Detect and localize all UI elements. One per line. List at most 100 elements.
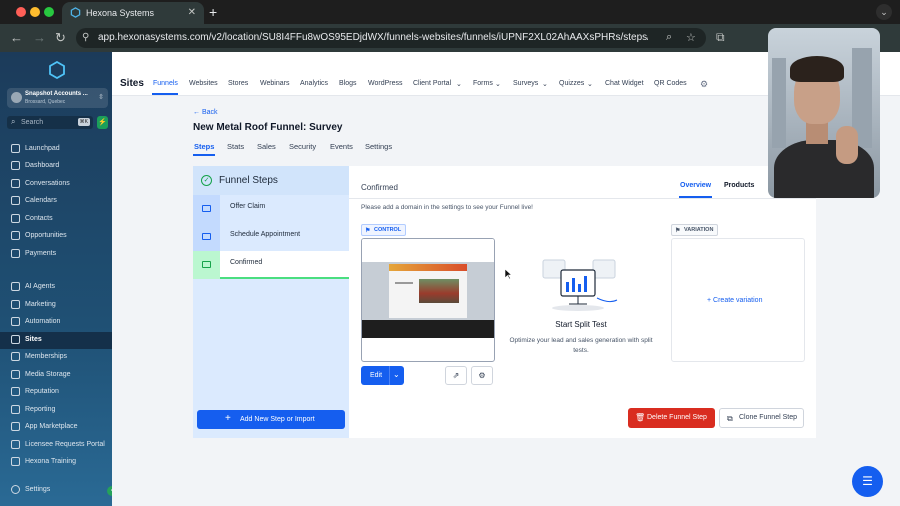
payments-icon	[11, 249, 20, 258]
step-detail-panel: Confirmed Overview Products Please add a…	[349, 166, 816, 438]
sidebar-item-opportunities[interactable]: Opportunities	[0, 228, 112, 245]
nav-qr-codes[interactable]: QR Codes	[654, 80, 687, 87]
edit-button[interactable]: Edit ⌄	[361, 366, 404, 385]
sidebar-item-memberships[interactable]: Memberships	[0, 349, 112, 366]
sidebar-item-label: Marketing	[25, 301, 56, 308]
browser-tabbar: Hexona Systems ✕ + ⌄	[0, 0, 900, 24]
sidebar-item-licensee-requests[interactable]: Licensee Requests Portal	[0, 437, 112, 454]
extensions-icon[interactable]: ⧉	[716, 30, 725, 45]
variation-card: + Create variation	[671, 238, 805, 362]
sidebar-item-dashboard[interactable]: Dashboard	[0, 158, 112, 175]
tab-security[interactable]: Security	[289, 142, 316, 151]
tab-stats[interactable]: Stats	[227, 142, 244, 151]
tab-products[interactable]: Products	[724, 182, 754, 189]
back-arrow-icon[interactable]: ←	[10, 30, 23, 45]
sidebar-item-ai-agents[interactable]: AI Agents	[0, 279, 112, 296]
sidebar-item-contacts[interactable]: Contacts	[0, 211, 112, 228]
portal-icon	[11, 440, 20, 449]
button-divider	[389, 366, 390, 385]
account-switcher[interactable]: Snapshot Accounts ... Brossard, Quebec ⇳	[7, 88, 108, 108]
sidebar-item-reputation[interactable]: Reputation	[0, 384, 112, 401]
close-tab-icon[interactable]: ✕	[188, 7, 196, 18]
nav-blogs[interactable]: Blogs	[339, 80, 357, 87]
sidebar-item-payments[interactable]: Payments	[0, 246, 112, 263]
control-preview-card[interactable]	[361, 238, 495, 362]
opportunities-icon	[11, 231, 20, 240]
add-step-button[interactable]: + Add New Step or Import	[197, 410, 345, 429]
nav-surveys[interactable]: Surveys	[513, 80, 538, 87]
zoom-search-icon[interactable]: ⌕	[666, 31, 672, 44]
hexona-logo-icon[interactable]	[49, 61, 65, 79]
media-storage-icon	[11, 370, 20, 379]
nav-client-portal[interactable]: Client Portal	[413, 80, 451, 87]
nav-wordpress[interactable]: WordPress	[368, 80, 403, 87]
nav-analytics[interactable]: Analytics	[300, 80, 328, 87]
hexagon-favicon-icon	[70, 7, 81, 18]
nav-chat-widget[interactable]: Chat Widget	[605, 80, 644, 87]
tab-events[interactable]: Events	[330, 142, 353, 151]
rocket-icon	[11, 144, 20, 153]
tab-steps[interactable]: Steps	[194, 142, 214, 151]
maximize-window-icon[interactable]	[44, 7, 54, 17]
nav-websites[interactable]: Websites	[189, 80, 218, 87]
forward-arrow-icon[interactable]: →	[33, 30, 46, 45]
delete-label: Delete Funnel Step	[647, 414, 707, 421]
tab-search-icon[interactable]: ⌄	[876, 4, 892, 20]
url-text[interactable]: app.hexonasystems.com/v2/location/SU8I4F…	[98, 32, 648, 43]
sidebar-item-media-storage[interactable]: Media Storage	[0, 367, 112, 384]
step-offer-claim[interactable]: Offer Claim	[193, 195, 349, 223]
tab-settings[interactable]: Settings	[365, 142, 392, 151]
bookmark-star-icon[interactable]: ☆	[686, 31, 696, 44]
control-badge: ⚑ CONTROL	[361, 224, 407, 236]
webcam-overlay	[768, 28, 880, 198]
sidebar-item-reporting[interactable]: Reporting	[0, 402, 112, 419]
tab-overview[interactable]: Overview	[680, 182, 711, 189]
funnel-steps-header: ✓ Funnel Steps	[193, 166, 349, 195]
sidebar-item-hexona-training[interactable]: Hexona Training	[0, 454, 112, 471]
create-variation-link[interactable]: + Create variation	[707, 297, 762, 304]
delete-step-button[interactable]: 🗑 Delete Funnel Step	[628, 408, 715, 428]
address-bar[interactable]: ⚲ app.hexonasystems.com/v2/location/SU8I…	[76, 28, 706, 48]
variation-badge: ⚑ VARIATION	[671, 224, 719, 236]
split-test-description: Optimize your lead and sales generation …	[509, 337, 653, 354]
sidebar-item-conversations[interactable]: Conversations	[0, 176, 112, 193]
reload-icon[interactable]: ↻	[55, 30, 66, 46]
preview-top	[362, 239, 494, 262]
nav-forms[interactable]: Forms	[473, 80, 493, 87]
nav-webinars[interactable]: Webinars	[260, 80, 289, 87]
browser-tab[interactable]: Hexona Systems ✕	[62, 2, 204, 24]
chevron-down-icon: ⌄	[456, 81, 462, 88]
nav-stores[interactable]: Stores	[228, 80, 248, 87]
chevron-down-icon[interactable]: ⌄	[393, 370, 400, 379]
gear-icon[interactable]: ⚙	[471, 366, 493, 385]
chevron-down-icon: ⌄	[587, 81, 593, 88]
funnel-steps-panel: ✓ Funnel Steps Offer Claim Schedule Appo…	[193, 166, 349, 438]
tab-sales[interactable]: Sales	[257, 142, 276, 151]
sidebar-item-sites[interactable]: Sites	[0, 332, 112, 349]
step-confirmed[interactable]: Confirmed	[193, 251, 349, 279]
site-info-icon[interactable]: ⚲	[82, 32, 89, 43]
clone-step-button[interactable]: ⧉ Clone Funnel Step	[719, 408, 804, 428]
back-link[interactable]: ← Back	[193, 109, 218, 116]
sidebar-item-launchpad[interactable]: Launchpad	[0, 141, 112, 158]
funnel-steps-title: Funnel Steps	[219, 175, 278, 186]
sidebar-item-marketing[interactable]: Marketing	[0, 297, 112, 314]
presenter-body	[774, 140, 874, 198]
nav-funnels[interactable]: Funnels	[153, 80, 178, 87]
gear-icon[interactable]: ⚙	[700, 79, 708, 90]
sidebar-item-app-marketplace[interactable]: App Marketplace	[0, 419, 112, 436]
step-schedule-appointment[interactable]: Schedule Appointment	[193, 223, 349, 251]
minimize-window-icon[interactable]	[30, 7, 40, 17]
chevron-down-icon: ⌄	[495, 81, 501, 88]
nav-quizzes[interactable]: Quizzes	[559, 80, 584, 87]
sidebar-item-calendars[interactable]: Calendars	[0, 193, 112, 210]
lightning-icon[interactable]: ⚡	[97, 116, 108, 129]
chat-widget-button[interactable]: ☰	[852, 466, 883, 497]
step-rail	[193, 223, 220, 251]
sidebar-item-automation[interactable]: Automation	[0, 314, 112, 331]
new-tab-icon[interactable]: +	[209, 4, 217, 20]
sidebar-search[interactable]: ⌕ Search ⌘K	[7, 116, 93, 129]
sidebar-item-settings[interactable]: Settings	[0, 482, 112, 499]
close-window-icon[interactable]	[16, 7, 26, 17]
external-link-icon[interactable]: ⇗	[445, 366, 467, 385]
